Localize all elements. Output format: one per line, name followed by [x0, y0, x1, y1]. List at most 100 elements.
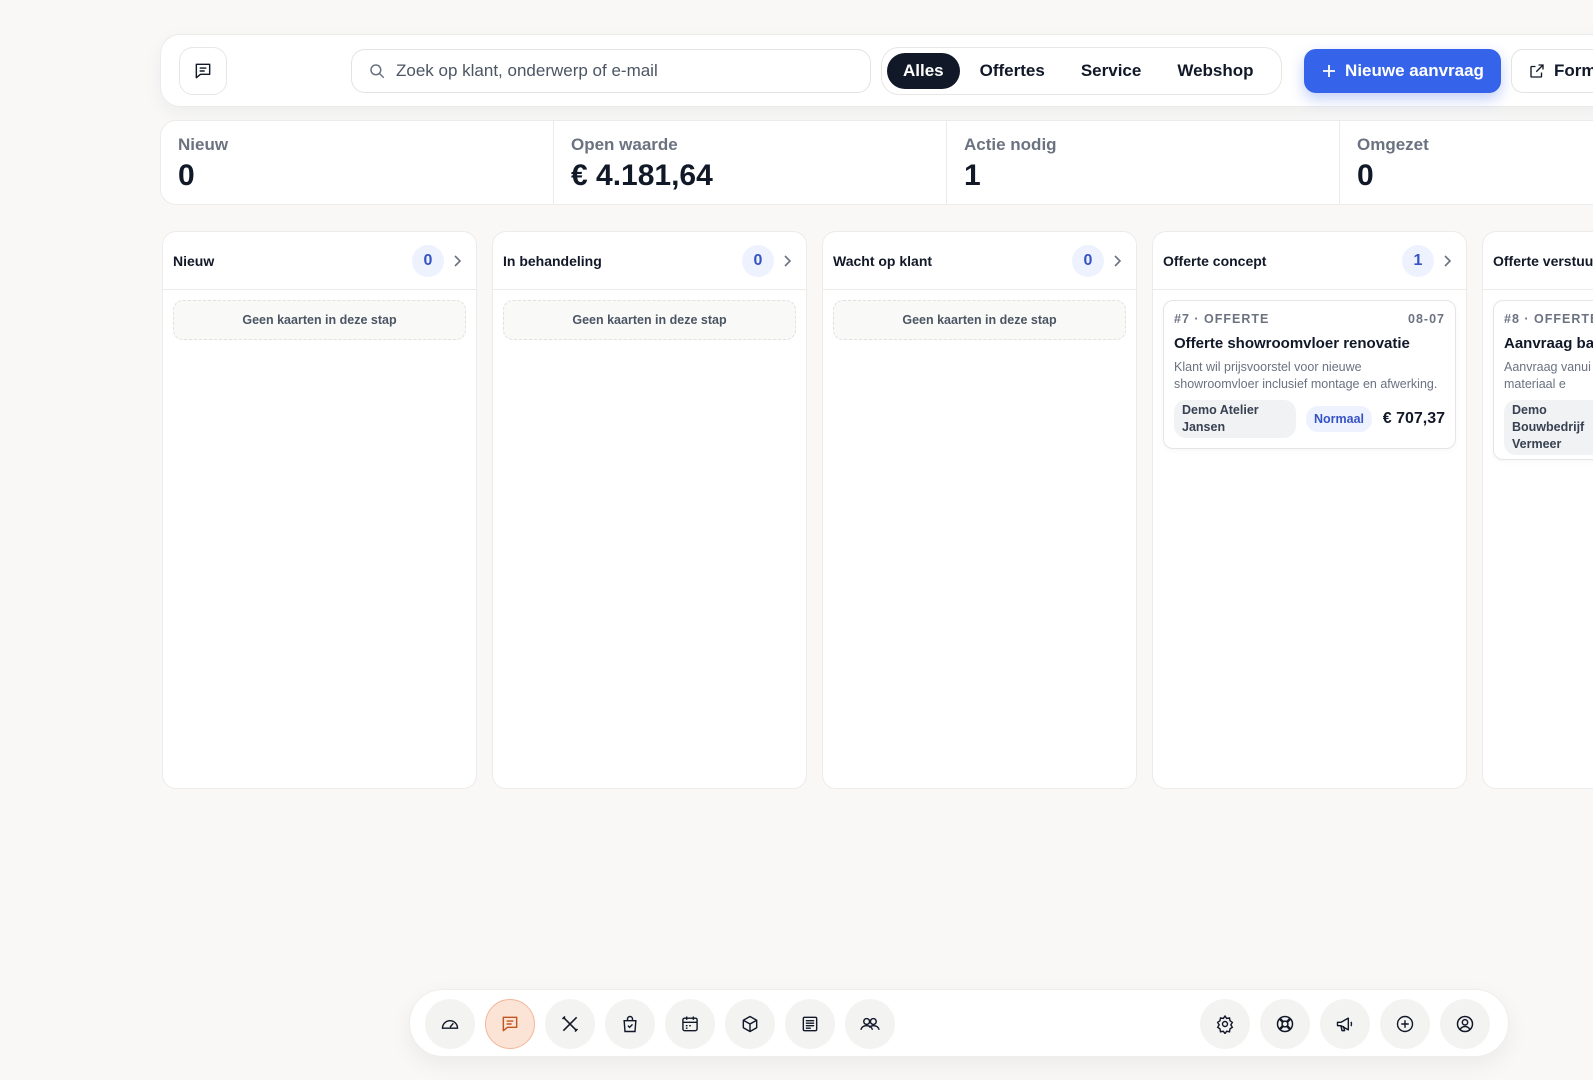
chevron-right-icon[interactable] — [1442, 254, 1456, 268]
new-request-label: Nieuwe aanvraag — [1345, 61, 1484, 80]
request-card[interactable]: #7 · OFFERTE 08-07 Offerte showroomvloer… — [1163, 300, 1456, 449]
shopping-bag-icon — [620, 1014, 640, 1034]
card-title: Offerte showroomvloer renovatie — [1174, 335, 1410, 352]
dock-products[interactable] — [725, 999, 775, 1049]
dock-settings[interactable] — [1200, 999, 1250, 1049]
empty-state: Geen kaarten in deze stap — [833, 300, 1126, 340]
priority-badge: Normaal — [1306, 406, 1373, 432]
lifebuoy-icon — [1275, 1014, 1295, 1034]
form-label: Form — [1554, 61, 1593, 80]
stat-label: Nieuw — [178, 135, 229, 154]
dock-dashboard[interactable] — [425, 999, 475, 1049]
column-header: In behandeling 0 — [493, 232, 806, 290]
dock-support[interactable] — [1260, 999, 1310, 1049]
stat-nieuw: Nieuw 0 — [161, 121, 554, 204]
stat-label: Open waarde — [571, 135, 678, 154]
filter-alles[interactable]: Alles — [887, 53, 960, 89]
dock-add[interactable] — [1380, 999, 1430, 1049]
gear-icon — [1215, 1014, 1235, 1034]
dock-announcements[interactable] — [1320, 999, 1370, 1049]
request-card[interactable]: #8 · OFFERTE Aanvraag bad Aanvraag vanui… — [1493, 300, 1593, 460]
dock-calendar[interactable] — [665, 999, 715, 1049]
chevron-right-icon[interactable] — [782, 254, 796, 268]
user-circle-icon — [1455, 1014, 1475, 1034]
megaphone-icon — [1335, 1014, 1355, 1034]
form-button[interactable]: Form — [1511, 49, 1593, 93]
box-icon — [740, 1014, 760, 1034]
chat-button[interactable] — [179, 47, 227, 95]
card-footer: Demo Bouwbedrijf Vermeer — [1504, 400, 1593, 455]
search-input[interactable] — [396, 61, 836, 81]
dock-documents[interactable] — [785, 999, 835, 1049]
card-date: 08-07 — [1408, 312, 1445, 326]
document-icon — [800, 1014, 820, 1034]
users-icon — [859, 1014, 881, 1034]
calendar-icon — [680, 1014, 700, 1034]
card-meta: #8 · OFFERTE — [1504, 312, 1593, 326]
top-toolbar: Alles Offertes Service Webshop Nieuwe aa… — [160, 34, 1593, 107]
chevron-right-icon[interactable] — [452, 254, 466, 268]
stat-open-waarde: Open waarde € 4.181,64 — [554, 121, 947, 204]
column-nieuw: Nieuw 0 Geen kaarten in deze stap — [162, 231, 477, 789]
stat-value: 1 — [964, 159, 981, 192]
column-title: Offerte concept — [1163, 252, 1267, 269]
column-header: Wacht op klant 0 — [823, 232, 1136, 290]
chat-icon — [193, 61, 213, 81]
column-count-badge: 0 — [742, 244, 774, 277]
new-request-button[interactable]: Nieuwe aanvraag — [1304, 49, 1501, 93]
card-title: Aanvraag bad — [1504, 335, 1593, 352]
card-price: € 707,37 — [1382, 410, 1445, 427]
column-wacht-op-klant: Wacht op klant 0 Geen kaarten in deze st… — [822, 231, 1137, 789]
card-description: Klant wil prijsvoorstel voor nieuwe show… — [1174, 360, 1438, 391]
filter-webshop[interactable]: Webshop — [1161, 53, 1269, 89]
stats-bar: Nieuw 0 Open waarde € 4.181,64 Actie nod… — [160, 120, 1593, 205]
tools-icon — [560, 1014, 580, 1034]
column-header: Offerte verstuur — [1483, 232, 1593, 290]
stat-value: € 4.181,64 — [571, 159, 713, 192]
column-count-badge: 0 — [412, 244, 444, 277]
empty-state: Geen kaarten in deze stap — [503, 300, 796, 340]
column-offerte-verstuurd: Offerte verstuur #8 · OFFERTE Aanvraag b… — [1482, 231, 1593, 789]
bottom-dock — [409, 989, 1509, 1057]
card-footer: Demo Atelier Jansen Normaal € 707,37 — [1174, 400, 1445, 438]
filter-offertes[interactable]: Offertes — [964, 53, 1061, 89]
stat-label: Omgezet — [1357, 135, 1429, 154]
stat-value: 0 — [178, 159, 195, 192]
dashboard-icon — [440, 1014, 460, 1034]
stat-actie-nodig: Actie nodig 1 — [947, 121, 1340, 204]
search-icon — [368, 62, 386, 80]
dock-shop[interactable] — [605, 999, 655, 1049]
column-in-behandeling: In behandeling 0 Geen kaarten in deze st… — [492, 231, 807, 789]
column-title: Wacht op klant — [833, 252, 933, 269]
search-bar[interactable] — [351, 49, 871, 93]
external-link-icon — [1528, 62, 1546, 80]
column-header: Nieuw 0 — [163, 232, 476, 290]
stat-omgezet: Omgezet 0 — [1340, 121, 1593, 204]
empty-state: Geen kaarten in deze stap — [173, 300, 466, 340]
plus-circle-icon — [1395, 1014, 1415, 1034]
client-chip: Demo Atelier Jansen — [1174, 400, 1296, 438]
column-title: In behandeling — [503, 252, 602, 269]
card-meta: #7 · OFFERTE 08-07 — [1174, 312, 1445, 326]
dock-account[interactable] — [1440, 999, 1490, 1049]
stat-value: 0 — [1357, 159, 1374, 192]
column-count-badge: 1 — [1402, 244, 1434, 277]
column-header: Offerte concept 1 — [1153, 232, 1466, 290]
column-count-badge: 0 — [1072, 244, 1104, 277]
column-offerte-concept: Offerte concept 1 #7 · OFFERTE 08-07 Off… — [1152, 231, 1467, 789]
column-title: Offerte verstuur — [1493, 252, 1593, 269]
plus-icon — [1321, 63, 1337, 79]
dock-customers[interactable] — [845, 999, 895, 1049]
dock-tools[interactable] — [545, 999, 595, 1049]
filter-service[interactable]: Service — [1065, 53, 1158, 89]
client-chip: Demo Bouwbedrijf Vermeer — [1504, 400, 1593, 455]
card-reference: #7 · OFFERTE — [1174, 312, 1270, 326]
chevron-right-icon[interactable] — [1112, 254, 1126, 268]
column-title: Nieuw — [173, 252, 215, 269]
card-description: Aanvraag vanui voor materiaal e — [1504, 360, 1593, 391]
card-reference: #8 · OFFERTE — [1504, 312, 1593, 326]
chat-icon — [500, 1014, 520, 1034]
filter-group: Alles Offertes Service Webshop — [881, 47, 1282, 95]
dock-requests[interactable] — [485, 999, 535, 1049]
stat-label: Actie nodig — [964, 135, 1057, 154]
